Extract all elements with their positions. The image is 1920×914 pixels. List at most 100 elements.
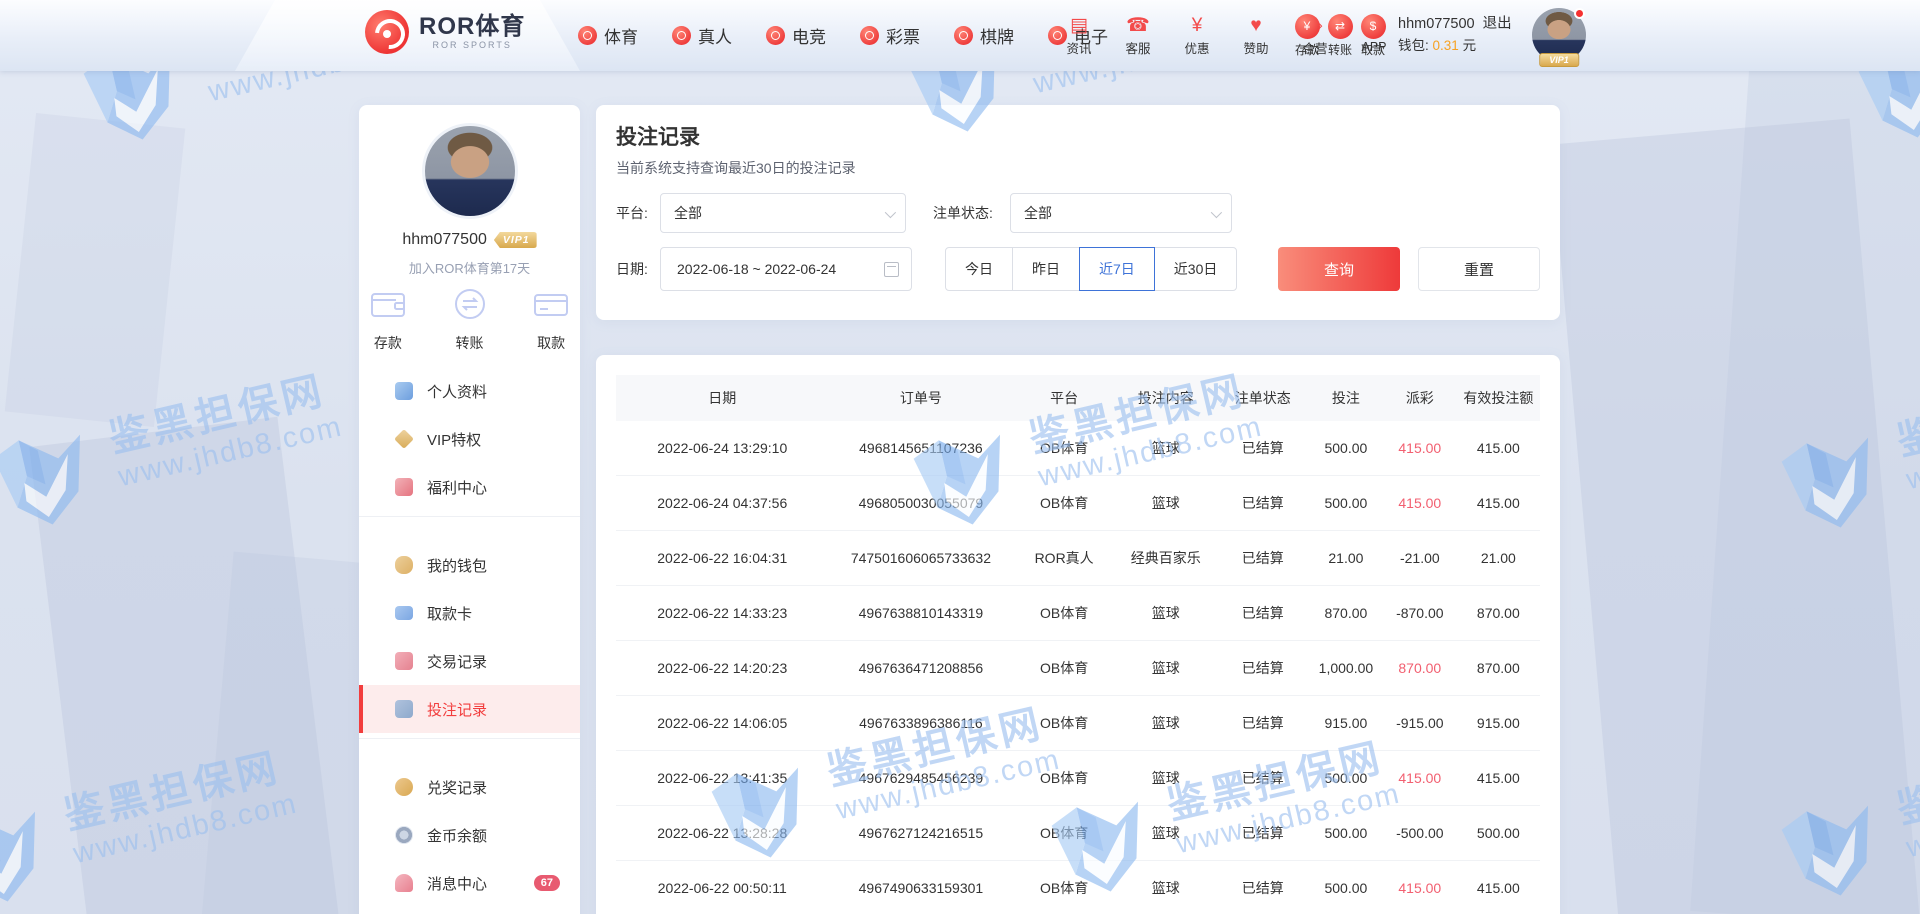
sidebar-item-transactions[interactable]: 交易记录 [359,637,580,685]
cell-date: 2022-06-24 13:29:10 [616,440,829,456]
table-row: 2022-06-22 14:33:234967638810143319OB体育篮… [616,586,1540,641]
cell-content: 篮球 [1115,603,1217,623]
gift-icon [395,478,413,496]
cell-valid: 870.00 [1457,660,1540,676]
sidebar-withdraw-button[interactable]: 取款 [522,287,580,353]
cell-date: 2022-06-22 14:20:23 [616,660,829,676]
avatar[interactable] [422,123,518,219]
table-row: 2022-06-22 14:20:234967636471208856OB体育篮… [616,641,1540,696]
sidebar-item-withdraw-card[interactable]: 取款卡 [359,589,580,637]
cell-platform: OB体育 [1013,768,1115,788]
casino-icon [672,26,691,45]
table-row: 2022-06-22 13:41:354967629485456239OB体育篮… [616,751,1540,806]
filter-panel: 投注记录 当前系统支持查询最近30日的投注记录 平台: 全部 注单状态: 全部 … [596,105,1560,320]
order-status-select-value: 全部 [1024,203,1052,223]
cell-status: 已结算 [1217,603,1309,623]
cell-order: 4968050030055079 [829,495,1014,511]
nav-promo-button[interactable]: ¥优惠 [1174,15,1220,57]
platform-select[interactable]: 全部 [660,193,906,233]
cell-payout: 415.00 [1383,880,1457,896]
column-header: 订单号 [829,388,1014,408]
table-row: 2022-06-22 16:04:31747501606065733632ROR… [616,531,1540,586]
sidebar-item-bet-records[interactable]: 投注记录 [359,685,580,733]
nav-avatar[interactable]: VIP1 [1532,8,1586,62]
cell-bet: 500.00 [1309,440,1383,456]
chevron-down-icon [1211,207,1222,218]
nav-item-lottery[interactable]: 彩票 [860,23,920,48]
sidebar-transfer-button[interactable]: 转账 [441,287,499,353]
sidebar-item-label: VIP特权 [427,429,481,450]
chess-icon [954,26,973,45]
sidebar-item-profile[interactable]: 个人资料 [359,367,580,415]
divider [359,738,580,739]
transfer-icon: ⇄ [1328,14,1353,39]
search-button[interactable]: 查询 [1278,247,1400,291]
wallet-balance: 0.31 [1433,38,1459,53]
nav-news-button[interactable]: ▤资讯 [1056,15,1102,57]
background-building [5,113,186,427]
sidebar-item-wallet[interactable]: 我的钱包 [359,541,580,589]
nav-transfer-button[interactable]: ⇄转账 [1325,14,1355,58]
cell-content: 篮球 [1115,768,1217,788]
logout-button[interactable]: 退出 [1483,16,1512,32]
cell-platform: OB体育 [1013,823,1115,843]
cell-platform: OB体育 [1013,493,1115,513]
sidebar-withdraw-label: 取款 [537,333,565,353]
sidebar-deposit-button[interactable]: 存款 [359,287,417,353]
brand-logo[interactable]: ROR体育 ROR SPORTS [365,10,525,54]
cell-bet: 500.00 [1309,770,1383,786]
cell-platform: OB体育 [1013,878,1115,898]
watermark-logo-icon [0,797,66,914]
nav-deposit-button[interactable]: ¥存款 [1292,14,1322,58]
nav-withdraw-button[interactable]: $取款 [1358,14,1388,58]
cell-payout: 415.00 [1383,440,1457,456]
divider [359,516,580,517]
nav-item-esports[interactable]: 电竞 [766,23,826,48]
bell-icon [395,874,413,892]
nav-support-button[interactable]: ☎客服 [1115,15,1161,57]
nav-item-sports[interactable]: 体育 [578,23,638,48]
sidebar-item-welfare[interactable]: 福利中心 [359,463,580,511]
cell-order: 4967629485456239 [829,770,1014,786]
bank-card-icon [395,606,413,620]
sidebar-item-messages[interactable]: 消息中心 67 [359,859,580,907]
range-today-button[interactable]: 今日 [945,247,1013,291]
currency-label: 元 [1463,38,1477,53]
cell-date: 2022-06-22 00:50:11 [616,880,829,896]
sidebar-item-prize-records[interactable]: 兑奖记录 [359,763,580,811]
cell-status: 已结算 [1217,823,1309,843]
reset-button[interactable]: 重置 [1418,247,1540,291]
sidebar-quick-actions: 存款 转账 取款 [359,287,580,353]
cell-content: 篮球 [1115,658,1217,678]
quick-range-group: 今日 昨日 近7日 近30日 [945,247,1237,291]
sidebar-item-label: 消息中心 [427,873,487,894]
sidebar-item-vip[interactable]: VIP特权 [359,415,580,463]
range-30days-button[interactable]: 近30日 [1154,247,1238,291]
nav-sponsor-button[interactable]: ♥赞助 [1233,15,1279,57]
cell-bet: 500.00 [1309,880,1383,896]
range-7days-button[interactable]: 近7日 [1079,247,1155,291]
cell-platform: OB体育 [1013,713,1115,733]
cell-bet: 915.00 [1309,715,1383,731]
nav-menu: 体育 真人 电竞 彩票 棋牌 电子 [578,0,1108,71]
nav-item-label: 电竞 [792,23,826,48]
withdraw-icon: $ [1361,14,1386,39]
sidebar-deposit-label: 存款 [374,333,402,353]
coin-icon [395,826,413,844]
cell-bet: 21.00 [1309,550,1383,566]
cell-content: 篮球 [1115,878,1217,898]
sidebar: hhm077500 VIP1 加入ROR体育第17天 存款 转账 取款 个人资料 [359,105,580,914]
sidebar-item-coin-balance[interactable]: 金币余额 [359,811,580,859]
cell-content: 篮球 [1115,713,1217,733]
nav-item-board-games[interactable]: 棋牌 [954,23,1014,48]
nav-item-live-casino[interactable]: 真人 [672,23,732,48]
order-status-select[interactable]: 全部 [1010,193,1232,233]
cell-date: 2022-06-22 14:33:23 [616,605,829,621]
notification-dot [1574,8,1585,19]
date-range-input[interactable]: 2022-06-18 ~ 2022-06-24 [660,247,912,291]
cell-payout: -915.00 [1383,715,1457,731]
column-header: 注单状态 [1217,388,1309,408]
date-range-value: 2022-06-18 ~ 2022-06-24 [677,261,884,277]
sports-icon [578,26,597,45]
range-yesterday-button[interactable]: 昨日 [1012,247,1080,291]
